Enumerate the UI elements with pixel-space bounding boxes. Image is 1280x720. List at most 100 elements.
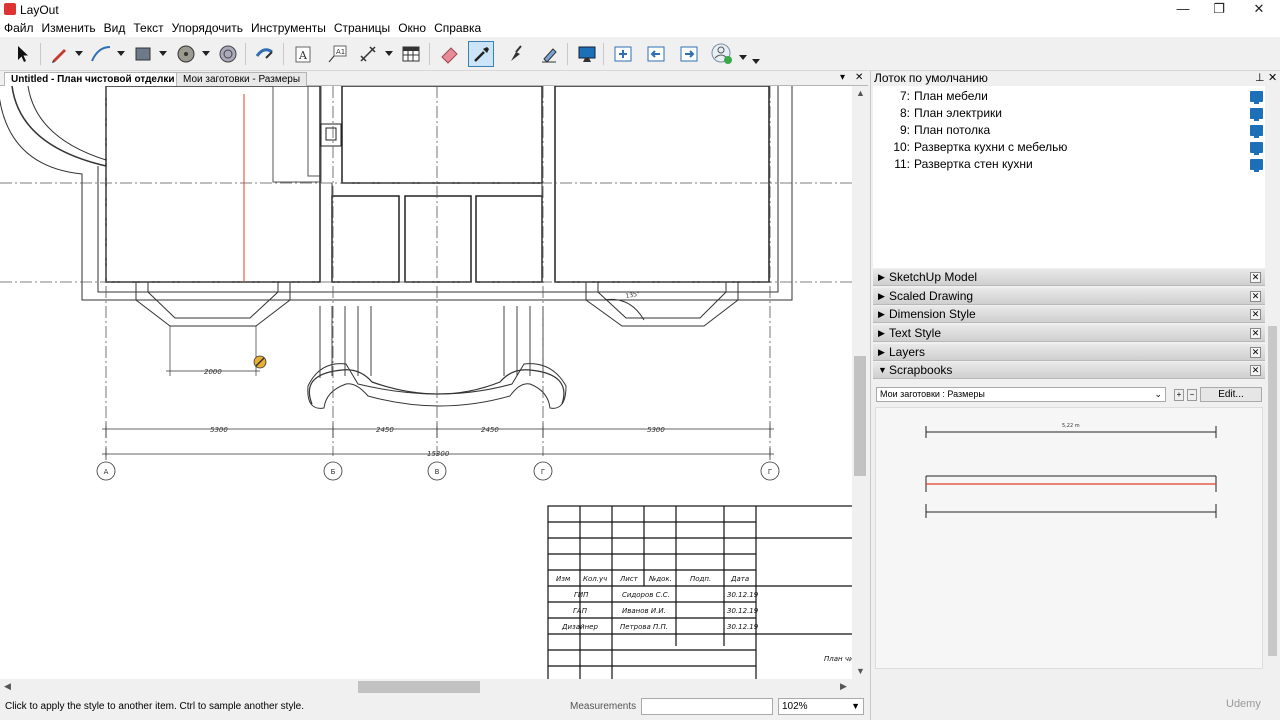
- toolbar-overflow[interactable]: [752, 57, 760, 65]
- dimension-dropdown[interactable]: [385, 49, 393, 57]
- section-scaled-drawing[interactable]: ▶ Scaled Drawing ✕: [873, 288, 1265, 305]
- menu-text[interactable]: Текст: [129, 20, 167, 37]
- text-icon[interactable]: A: [290, 41, 316, 67]
- section-dimension-style[interactable]: ▶ Dimension Style ✕: [873, 306, 1265, 323]
- tab-close-icon[interactable]: ✕: [855, 72, 863, 83]
- close-icon[interactable]: ✕: [1250, 365, 1261, 376]
- canvas-vertical-scrollbar[interactable]: ▲ ▼: [852, 86, 868, 679]
- presentation-icon[interactable]: [1250, 108, 1263, 121]
- page-name: План электрики: [914, 106, 1003, 120]
- arc-dropdown[interactable]: [117, 49, 125, 57]
- page-row[interactable]: 7: План мебели: [873, 88, 1265, 105]
- status-bar: Click to apply the style to another item…: [0, 695, 868, 720]
- tab-list-icon[interactable]: ▾: [840, 72, 845, 83]
- measurements-field[interactable]: [641, 698, 773, 715]
- page-row[interactable]: 8: План электрики: [873, 105, 1265, 122]
- page-row[interactable]: 9: План потолка: [873, 122, 1265, 139]
- maximize-button[interactable]: ❐: [1201, 0, 1237, 20]
- circle-dropdown[interactable]: [202, 49, 210, 57]
- tab-untitled[interactable]: Untitled - План чистовой отделки: [4, 72, 182, 86]
- rectangle-icon[interactable]: [130, 41, 156, 67]
- section-text-style[interactable]: ▶ Text Style ✕: [873, 325, 1265, 342]
- menu-pages[interactable]: Страницы: [330, 20, 394, 37]
- eraser-icon[interactable]: [436, 41, 462, 67]
- label-icon[interactable]: A1: [324, 41, 350, 67]
- section-sketchup-model[interactable]: ▶ SketchUp Model ✕: [873, 269, 1265, 286]
- scrapbook-select[interactable]: Мои заготовки : Размеры ⌄: [876, 387, 1166, 402]
- join-icon[interactable]: [536, 41, 562, 67]
- scrapbook-sample-dim: 5,22 m: [1062, 423, 1080, 429]
- tb-sheet-name: План чи: [824, 655, 852, 663]
- style-brush-icon[interactable]: [252, 41, 278, 67]
- arc-icon[interactable]: [88, 41, 114, 67]
- presentation-icon[interactable]: [574, 41, 600, 67]
- tb-name-3: Петрова П.П.: [620, 623, 668, 631]
- tb-name-1: Сидоров С.С.: [622, 591, 670, 599]
- title-bar: LayOut — ❐ ✕: [0, 0, 1280, 20]
- document-tabs: Untitled - План чистовой отделки Мои заг…: [0, 71, 868, 86]
- scrapbook-remove-icon[interactable]: −: [1187, 389, 1197, 401]
- account-icon[interactable]: [709, 41, 735, 67]
- canvas-horizontal-scrollbar[interactable]: ◀ ▶: [0, 679, 852, 695]
- scrapbook-edit-button[interactable]: Edit...: [1200, 387, 1262, 402]
- scroll-right-icon[interactable]: ▶: [840, 681, 847, 692]
- zoom-select[interactable]: 102% ▼: [778, 698, 864, 715]
- next-page-icon[interactable]: [676, 41, 702, 67]
- section-layers[interactable]: ▶ Layers ✕: [873, 344, 1265, 361]
- menu-tools[interactable]: Инструменты: [247, 20, 330, 37]
- menu-file[interactable]: Файл: [0, 20, 38, 37]
- offset-icon[interactable]: [215, 41, 241, 67]
- page-row[interactable]: 10: Развертка кухни с мебелью: [873, 139, 1265, 156]
- menu-help[interactable]: Справка: [430, 20, 485, 37]
- tray-scrollbar[interactable]: [1266, 271, 1279, 671]
- tray-scroll-thumb[interactable]: [1268, 326, 1277, 656]
- dimension-icon[interactable]: [356, 41, 382, 67]
- presentation-icon[interactable]: [1250, 125, 1263, 138]
- close-icon[interactable]: ✕: [1250, 309, 1261, 320]
- close-icon[interactable]: ✕: [1250, 328, 1261, 339]
- tab-scrapbook[interactable]: Мои заготовки - Размеры: [176, 72, 308, 86]
- minimize-button[interactable]: —: [1165, 0, 1201, 20]
- previous-page-icon[interactable]: [643, 41, 669, 67]
- split-icon[interactable]: [503, 41, 529, 67]
- table-icon[interactable]: [398, 41, 424, 67]
- presentation-icon[interactable]: [1250, 91, 1263, 104]
- drawing-canvas[interactable]: 135° 2000 5300 2450 2450 5300 15300 А Б …: [0, 86, 852, 679]
- tb-role-3: Дизайнер: [561, 623, 598, 631]
- style-sampler-icon[interactable]: [468, 41, 494, 67]
- menu-arrange[interactable]: Упорядочить: [168, 20, 247, 37]
- presentation-icon[interactable]: [1250, 159, 1263, 172]
- tray-close-icon[interactable]: ✕: [1268, 71, 1277, 85]
- page-row[interactable]: 11: Развертка стен кухни: [873, 156, 1265, 173]
- close-icon[interactable]: ✕: [1250, 291, 1261, 302]
- add-page-icon[interactable]: [610, 41, 636, 67]
- default-tray: Лоток по умолчанию ⊥ ✕ 7: План мебели 8:…: [870, 71, 1280, 720]
- rectangle-dropdown[interactable]: [159, 49, 167, 57]
- scrapbook-add-icon[interactable]: +: [1174, 389, 1184, 401]
- scroll-up-icon[interactable]: ▲: [856, 88, 865, 98]
- close-icon[interactable]: ✕: [1250, 272, 1261, 283]
- page-number: 10:: [893, 140, 910, 154]
- close-icon[interactable]: ✕: [1250, 347, 1261, 358]
- vertical-scroll-thumb[interactable]: [854, 356, 866, 476]
- page-name: Развертка стен кухни: [914, 157, 1033, 171]
- pencil-dropdown[interactable]: [75, 49, 83, 57]
- scrapbook-preview[interactable]: 5,22 m: [875, 407, 1263, 669]
- menu-view[interactable]: Вид: [100, 20, 130, 37]
- menu-window[interactable]: Окно: [394, 20, 430, 37]
- dimension-label-5300-right: 5300: [647, 426, 665, 434]
- close-button[interactable]: ✕: [1241, 0, 1277, 20]
- pin-icon[interactable]: ⊥: [1255, 71, 1265, 85]
- dimension-label-5300-left: 5300: [210, 426, 228, 434]
- select-arrow-icon[interactable]: [10, 41, 36, 67]
- account-dropdown[interactable]: [739, 53, 747, 61]
- menu-edit[interactable]: Изменить: [38, 20, 100, 37]
- horizontal-scroll-thumb[interactable]: [358, 681, 480, 693]
- circle-icon[interactable]: [173, 41, 199, 67]
- tb-role-1: ГИП: [574, 591, 589, 599]
- scroll-left-icon[interactable]: ◀: [4, 681, 11, 692]
- section-scrapbooks[interactable]: ▼ Scrapbooks ✕: [873, 362, 1265, 379]
- pencil-icon[interactable]: [46, 41, 72, 67]
- scroll-down-icon[interactable]: ▼: [856, 666, 865, 676]
- presentation-icon[interactable]: [1250, 142, 1263, 155]
